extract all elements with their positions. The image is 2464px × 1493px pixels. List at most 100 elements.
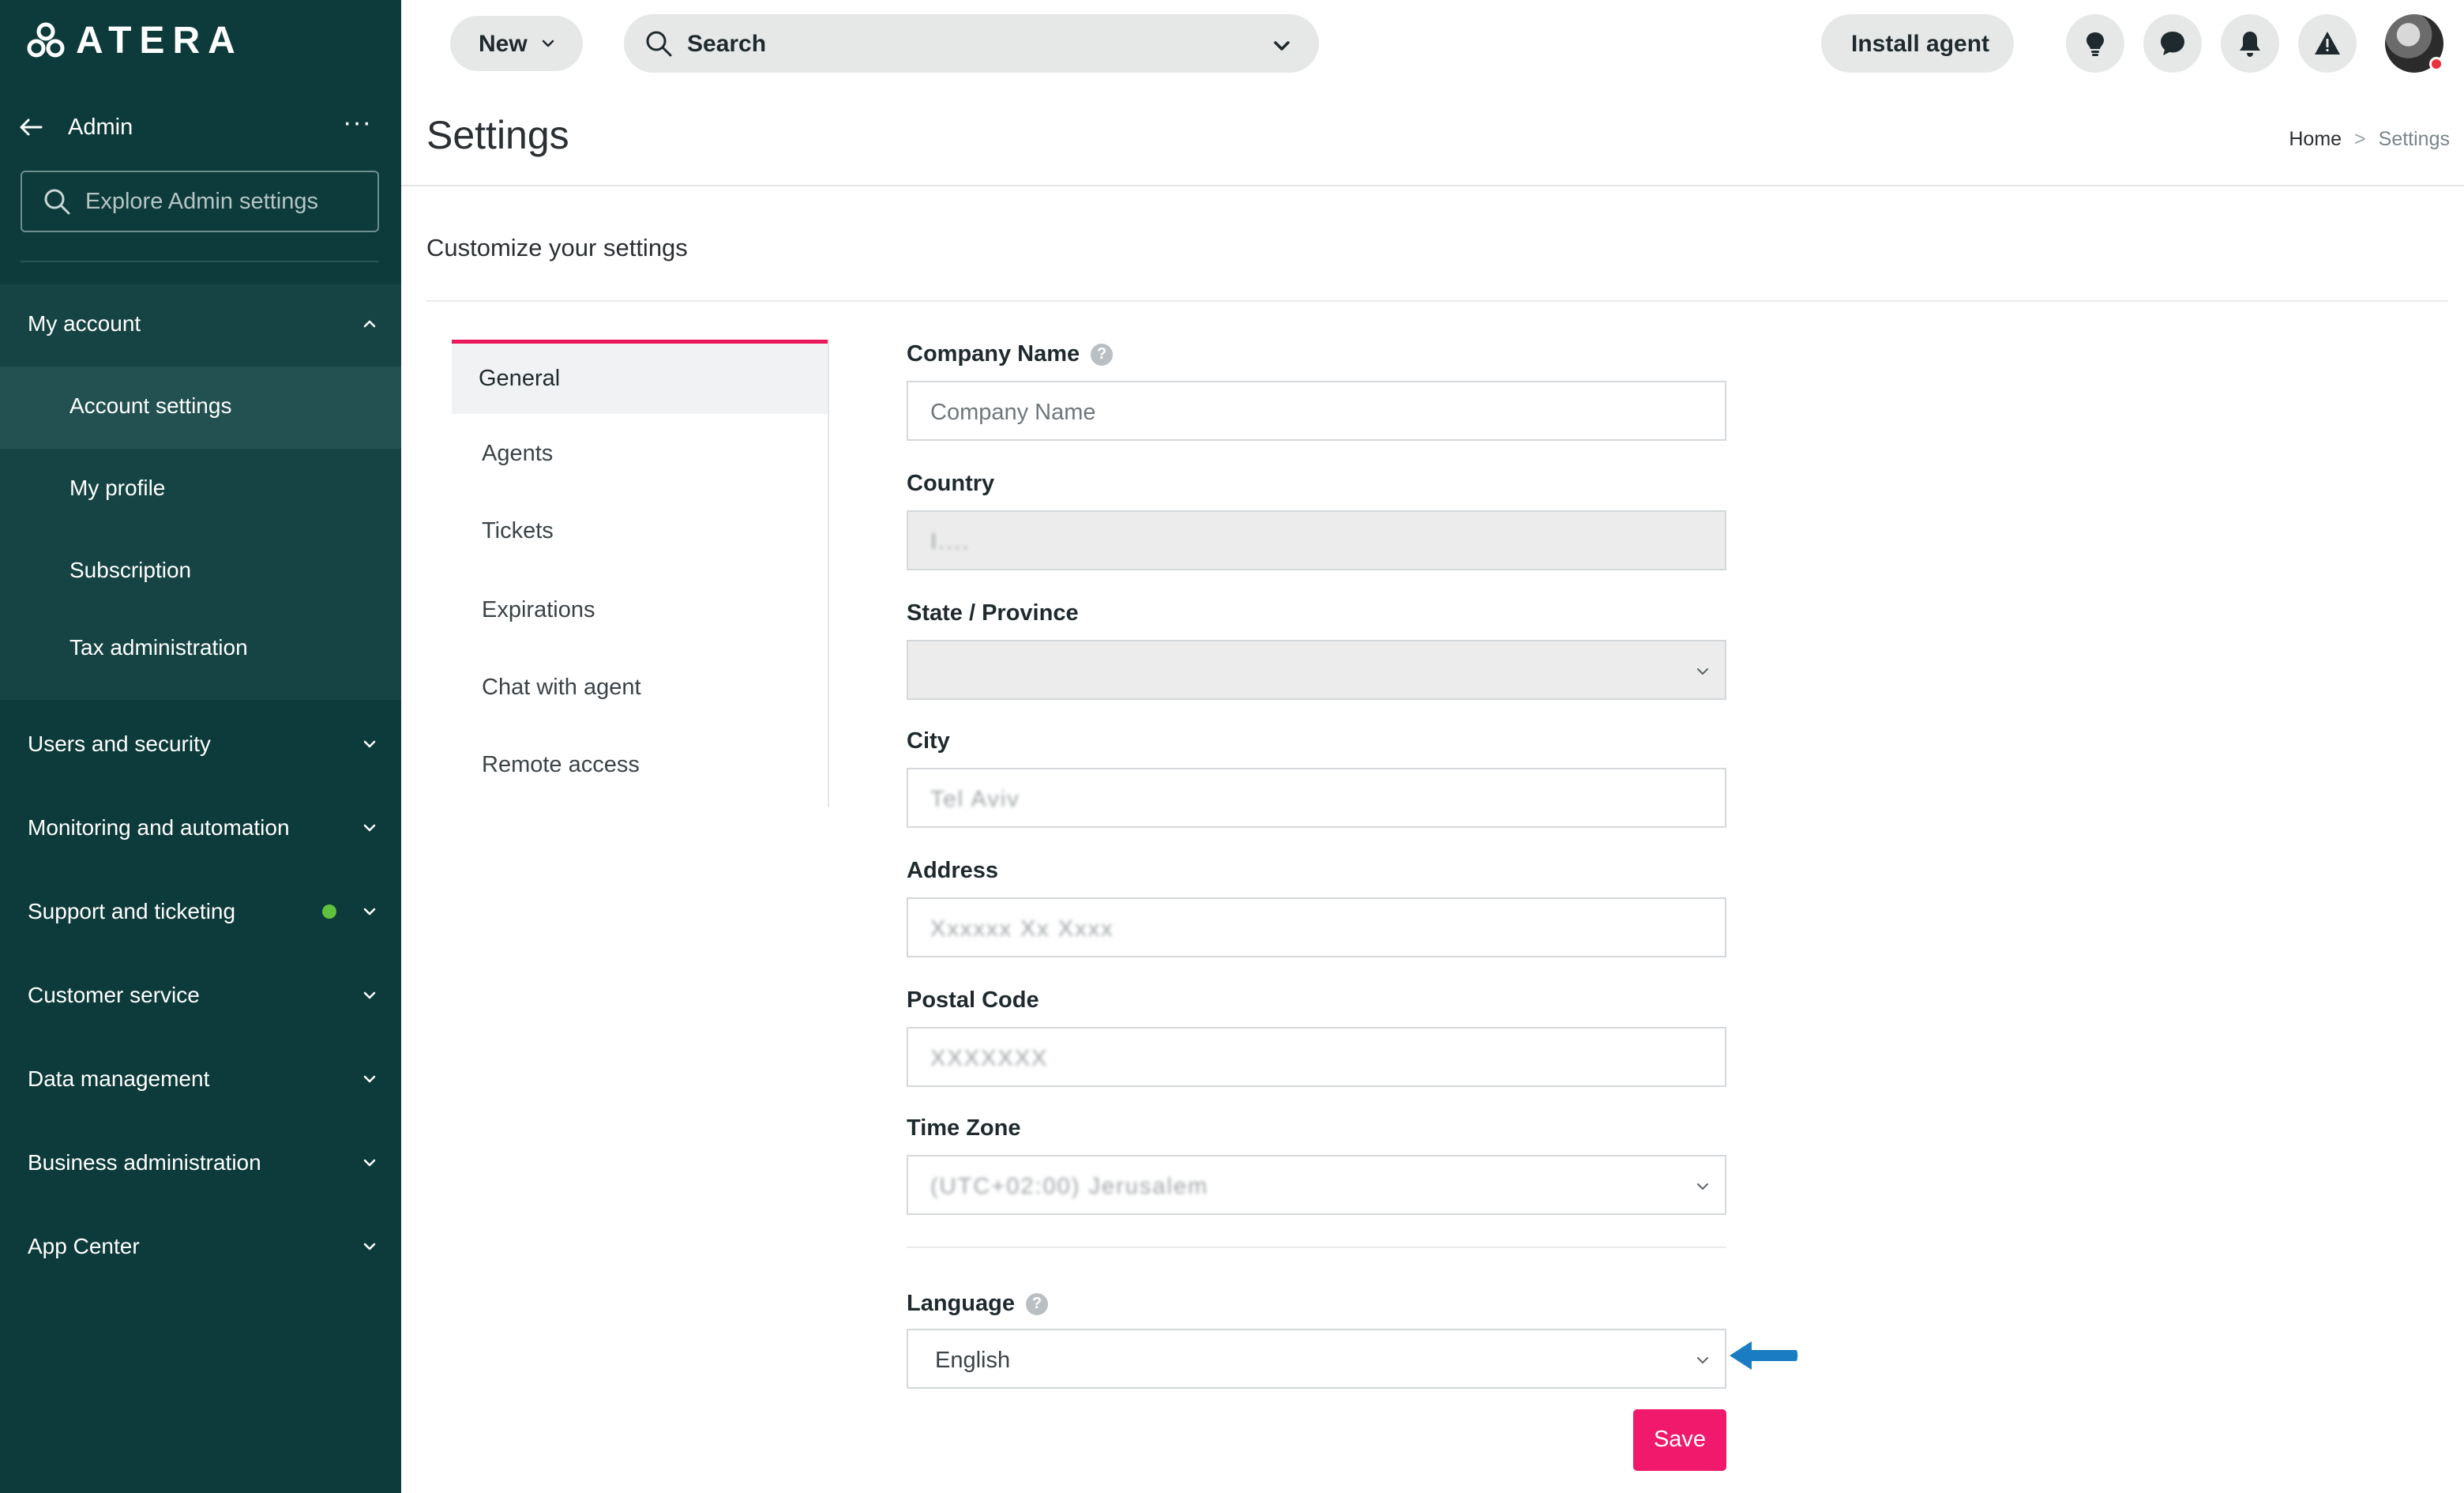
more-options-icon[interactable]: ··· bbox=[343, 107, 372, 138]
language-value: English bbox=[935, 1348, 1011, 1373]
avatar-status-dot bbox=[2429, 57, 2443, 71]
lightbulb-button[interactable] bbox=[2066, 14, 2124, 73]
admin-back-row[interactable]: Admin ··· bbox=[0, 103, 401, 152]
sidebar-item-support-and-ticketing[interactable]: Support and ticketing bbox=[0, 872, 401, 951]
address-field[interactable]: Xxxxxx Xx Xxxx bbox=[907, 897, 1726, 957]
chevron-down-icon bbox=[1697, 1183, 1708, 1190]
sidebar-item-subscription[interactable]: Subscription bbox=[0, 531, 401, 613]
chevron-down-icon bbox=[363, 1243, 376, 1250]
sidebar-divider bbox=[21, 261, 379, 262]
sidebar-item-label: Monitoring and automation bbox=[28, 815, 290, 840]
help-icon[interactable]: ? bbox=[1025, 1292, 1048, 1315]
company-name-label: Company Name ? bbox=[907, 341, 1114, 367]
lightbulb-icon bbox=[2087, 32, 2104, 56]
atera-logo[interactable]: ATERA bbox=[27, 22, 243, 60]
tab-label: Tickets bbox=[482, 518, 554, 543]
notifications-button[interactable] bbox=[2221, 14, 2279, 73]
form-divider bbox=[907, 1247, 1726, 1248]
back-arrow-icon[interactable] bbox=[17, 114, 44, 141]
postal-code-field[interactable]: XXXXXXX bbox=[907, 1027, 1726, 1087]
admin-search-input[interactable]: Explore Admin settings bbox=[21, 171, 379, 232]
field-label-text: City bbox=[907, 728, 950, 754]
avatar[interactable] bbox=[2385, 14, 2443, 73]
tab-tickets[interactable]: Tickets bbox=[452, 493, 828, 567]
chevron-down-icon bbox=[542, 39, 554, 47]
sidebar-item-account-settings[interactable]: Account settings bbox=[0, 367, 401, 449]
sidebar-item-app-center[interactable]: App Center bbox=[0, 1207, 401, 1286]
chat-icon bbox=[2161, 32, 2184, 55]
sidebar-item-label: Business administration bbox=[28, 1150, 261, 1175]
subtitle-divider bbox=[426, 300, 2448, 302]
chevron-down-icon[interactable] bbox=[1270, 34, 1294, 58]
sidebar-item-label: Support and ticketing bbox=[28, 899, 236, 923]
sidebar-item-my-account[interactable]: My account bbox=[0, 284, 401, 363]
sidebar-item-label: App Center bbox=[28, 1234, 140, 1258]
time-zone-label: Time Zone bbox=[907, 1115, 1021, 1141]
sidebar-item-label: Tax administration bbox=[69, 635, 248, 660]
help-icon[interactable]: ? bbox=[1091, 343, 1114, 366]
sidebar-item-my-profile[interactable]: My profile bbox=[0, 449, 401, 531]
tab-agents[interactable]: Agents bbox=[452, 416, 828, 490]
company-name-field[interactable]: Company Name bbox=[907, 381, 1726, 441]
sidebar-item-business-administration[interactable]: Business administration bbox=[0, 1123, 401, 1202]
search-icon bbox=[44, 189, 70, 215]
sidebar-item-monitoring-and-automation[interactable]: Monitoring and automation bbox=[0, 788, 401, 867]
search-icon bbox=[646, 31, 672, 57]
postal-code-label: Postal Code bbox=[907, 987, 1039, 1014]
sidebar-item-label: Data management bbox=[28, 1066, 210, 1091]
field-label-text: Time Zone bbox=[907, 1115, 1021, 1141]
sidebar-item-data-management[interactable]: Data management bbox=[0, 1040, 401, 1119]
chevron-down-icon bbox=[363, 1075, 376, 1083]
address-label: Address bbox=[907, 858, 998, 884]
save-button[interactable]: Save bbox=[1633, 1409, 1726, 1471]
alert-icon bbox=[2315, 32, 2340, 55]
chevron-down-icon bbox=[363, 908, 376, 916]
sidebar-item-label: Subscription bbox=[69, 558, 192, 582]
tab-general[interactable]: General bbox=[452, 340, 828, 414]
country-value: I.... bbox=[930, 529, 971, 555]
tab-label: General bbox=[479, 366, 561, 391]
chevron-down-icon bbox=[1697, 1357, 1708, 1363]
tab-remote-access[interactable]: Remote access bbox=[452, 727, 828, 801]
country-field: I.... bbox=[907, 510, 1726, 570]
language-select[interactable]: English bbox=[907, 1329, 1726, 1389]
atera-logo-icon bbox=[27, 22, 65, 58]
sidebar-item-label: Account settings bbox=[69, 393, 232, 418]
my-account-group: My account Account settings My profile S… bbox=[0, 284, 401, 700]
global-search-input[interactable]: Search bbox=[624, 14, 1319, 73]
country-label: Country bbox=[907, 471, 994, 497]
sidebar-item-label: My account bbox=[28, 311, 141, 336]
alerts-button[interactable] bbox=[2298, 14, 2357, 73]
page-title: Settings bbox=[426, 113, 569, 157]
install-agent-label: Install agent bbox=[1851, 31, 1990, 57]
sidebar-item-users-and-security[interactable]: Users and security bbox=[0, 705, 401, 784]
install-agent-button[interactable]: Install agent bbox=[1821, 14, 2014, 73]
sidebar-item-tax-administration[interactable]: Tax administration bbox=[0, 608, 401, 690]
tab-expirations[interactable]: Expirations bbox=[452, 572, 828, 646]
breadcrumb-home[interactable]: Home bbox=[2289, 128, 2342, 151]
admin-search-placeholder: Explore Admin settings bbox=[85, 188, 318, 214]
tab-label: Agents bbox=[482, 441, 554, 466]
time-zone-select[interactable]: (UTC+02:00) Jerusalem bbox=[907, 1155, 1726, 1215]
logo-text: ATERA bbox=[76, 20, 243, 62]
chevron-down-icon bbox=[1697, 668, 1708, 675]
postal-code-value: XXXXXXX bbox=[930, 1046, 1049, 1071]
tab-label: Chat with agent bbox=[482, 675, 641, 700]
chevron-down-icon bbox=[363, 1159, 376, 1167]
sidebar-item-customer-service[interactable]: Customer service bbox=[0, 956, 401, 1035]
status-dot bbox=[322, 904, 336, 919]
field-label-text: Company Name bbox=[907, 341, 1080, 367]
chevron-up-icon bbox=[363, 320, 376, 328]
state-label: State / Province bbox=[907, 600, 1079, 626]
chevron-down-icon bbox=[363, 824, 376, 832]
tab-chat-with-agent[interactable]: Chat with agent bbox=[452, 649, 828, 724]
settings-tabs: General Agents Tickets Expirations Chat … bbox=[452, 340, 829, 807]
city-field[interactable]: Tel Aviv bbox=[907, 768, 1726, 828]
pointer-arrow-icon bbox=[1730, 1341, 1798, 1370]
new-button[interactable]: New bbox=[450, 16, 583, 71]
state-select[interactable] bbox=[907, 640, 1726, 700]
field-label-text: Country bbox=[907, 471, 995, 496]
chevron-down-icon bbox=[363, 991, 376, 999]
chat-button[interactable] bbox=[2143, 14, 2202, 73]
time-zone-value: (UTC+02:00) Jerusalem bbox=[930, 1174, 1209, 1199]
